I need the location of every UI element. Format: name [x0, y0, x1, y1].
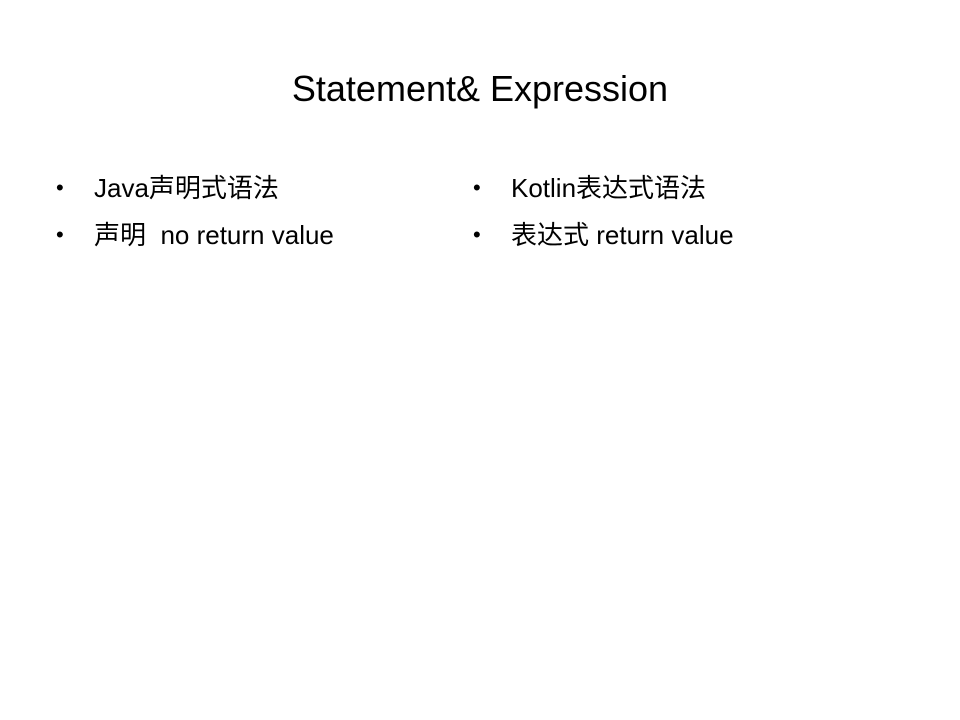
right-bullet-list: • Kotlin表达式语法 • 表达式 return value [473, 170, 734, 264]
bullet-icon: • [56, 175, 64, 200]
list-item: • Java声明式语法 [56, 170, 334, 206]
list-item-text: Java声明式语法 [94, 173, 279, 203]
list-item: • Kotlin表达式语法 [473, 170, 734, 206]
bullet-icon: • [56, 222, 64, 247]
list-item-text: Kotlin表达式语法 [511, 173, 707, 203]
list-item: • 表达式 return value [473, 217, 734, 253]
list-item-text: 声明 no return value [94, 220, 334, 250]
bullet-icon: • [473, 175, 481, 200]
bullet-icon: • [473, 222, 481, 247]
slide-title: Statement& Expression [291, 68, 669, 109]
left-bullet-list: • Java声明式语法 • 声明 no return value [56, 170, 334, 264]
list-item-text: 表达式 return value [511, 220, 734, 250]
list-item: • 声明 no return value [56, 217, 334, 253]
